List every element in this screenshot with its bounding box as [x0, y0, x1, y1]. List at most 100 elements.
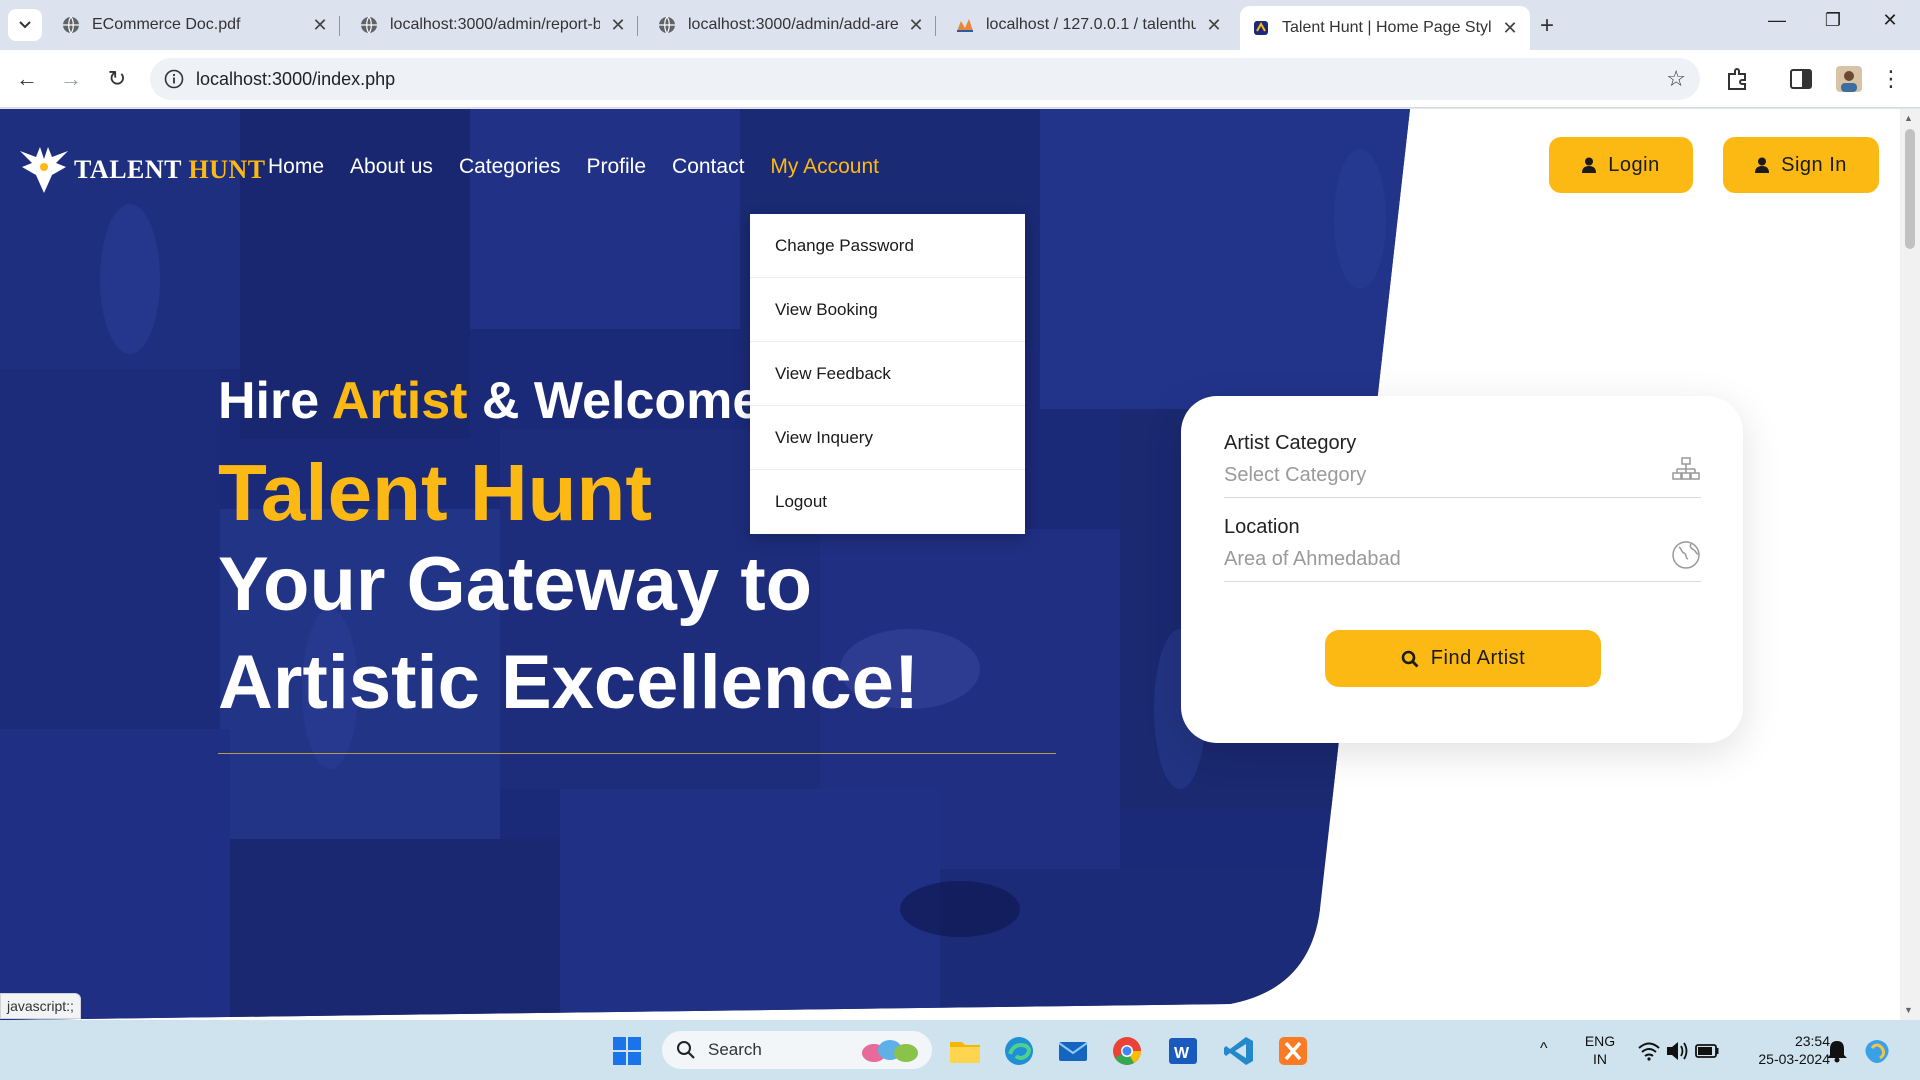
- category-label: Artist Category: [1224, 432, 1357, 454]
- location-value[interactable]: Area of Ahmedabad: [1224, 548, 1401, 571]
- search-icon: [1401, 650, 1419, 667]
- phoenix-logo-icon: [20, 147, 68, 193]
- clock[interactable]: 23:54 25-03-2024: [1730, 1032, 1830, 1068]
- notification-bell-icon[interactable]: [1824, 1038, 1850, 1064]
- url-text[interactable]: localhost:3000/index.php: [196, 69, 395, 90]
- side-panel-icon[interactable]: [1788, 66, 1814, 92]
- page-scrollbar[interactable]: ▲ ▼: [1900, 109, 1920, 1020]
- bookmark-star-icon[interactable]: ☆: [1666, 66, 1686, 92]
- new-tab-icon[interactable]: +: [1540, 12, 1554, 40]
- globe-icon: [361, 16, 377, 34]
- login-button[interactable]: Login: [1549, 137, 1693, 193]
- page-viewport: TALENT HUNT Home About us Categories Pro…: [0, 109, 1900, 1020]
- tab-title: Talent Hunt | Home Page Style: [1282, 19, 1492, 36]
- nav-contact[interactable]: Contact: [672, 155, 744, 179]
- nav-my-account[interactable]: My Account: [770, 155, 879, 179]
- battery-icon[interactable]: [1694, 1038, 1720, 1064]
- forward-icon[interactable]: →: [56, 64, 86, 94]
- search-icon: [677, 1041, 695, 1059]
- artist-search-card: Artist Category Select Category Location…: [1181, 396, 1743, 743]
- hero-line-1: Hire Artist & Welcome: [218, 372, 762, 430]
- tab-title: localhost:3000/admin/add-area: [688, 16, 898, 33]
- close-icon[interactable]: ✕: [610, 15, 626, 36]
- tab-search-button[interactable]: [8, 9, 42, 41]
- phpmyadmin-icon: [957, 19, 973, 32]
- back-icon[interactable]: ←: [12, 64, 42, 94]
- globe-icon: [659, 16, 675, 34]
- browser-tab[interactable]: localhost:3000/admin/report-b ✕: [348, 8, 638, 42]
- site-icon: [1254, 21, 1268, 35]
- nav-profile[interactable]: Profile: [587, 155, 647, 179]
- vscode-icon[interactable]: [1222, 1034, 1256, 1068]
- tab-title: ECommerce Doc.pdf: [92, 16, 241, 33]
- login-label: Login: [1608, 153, 1660, 176]
- brand-name: TALENT HUNT: [74, 155, 266, 184]
- restore-icon[interactable]: ❐: [1818, 10, 1848, 31]
- profile-avatar[interactable]: [1836, 66, 1862, 92]
- chrome-icon[interactable]: [1110, 1034, 1144, 1068]
- globe-icon: [1672, 541, 1700, 569]
- site-logo[interactable]: TALENT HUNT: [18, 145, 266, 195]
- browser-tab[interactable]: ECommerce Doc.pdf ✕: [50, 8, 340, 42]
- file-explorer-icon[interactable]: [948, 1034, 982, 1068]
- location-label: Location: [1224, 516, 1300, 538]
- extensions-icon[interactable]: [1724, 66, 1750, 92]
- browser-tab-active[interactable]: Talent Hunt | Home Page Style ✕: [1240, 6, 1530, 50]
- status-bar-url: javascript:;: [0, 993, 81, 1019]
- volume-icon[interactable]: [1664, 1038, 1690, 1064]
- globe-icon: [63, 16, 79, 34]
- reload-icon[interactable]: ↻: [102, 64, 132, 94]
- close-icon[interactable]: ✕: [908, 15, 924, 36]
- info-icon[interactable]: [164, 69, 184, 89]
- find-artist-label: Find Artist: [1430, 647, 1526, 669]
- category-value[interactable]: Select Category: [1224, 464, 1366, 487]
- scrollbar-thumb[interactable]: [1905, 129, 1915, 249]
- find-artist-button[interactable]: Find Artist: [1325, 630, 1601, 687]
- menu-view-feedback[interactable]: View Feedback: [750, 342, 1025, 406]
- nav-home[interactable]: Home: [268, 155, 324, 179]
- tray-overflow-icon[interactable]: ^: [1540, 1040, 1548, 1058]
- browser-tab[interactable]: localhost / 127.0.0.1 / talenthun ✕: [944, 8, 1234, 42]
- location-select[interactable]: Location Area of Ahmedabad: [1224, 516, 1701, 582]
- close-icon[interactable]: ✕: [1502, 18, 1518, 39]
- nav-about[interactable]: About us: [350, 155, 433, 179]
- account-dropdown: Change Password View Booking View Feedba…: [750, 214, 1025, 534]
- tab-title: localhost / 127.0.0.1 / talenthun: [986, 16, 1196, 33]
- address-bar[interactable]: localhost:3000/index.php ☆: [150, 58, 1700, 100]
- menu-view-inquery[interactable]: View Inquery: [750, 406, 1025, 470]
- nav-categories[interactable]: Categories: [459, 155, 561, 179]
- sitemap-icon: [1672, 457, 1700, 480]
- minimize-icon[interactable]: —: [1762, 10, 1792, 31]
- taskbar-search-label: Search: [708, 1040, 762, 1059]
- window-close-icon[interactable]: ✕: [1875, 10, 1905, 31]
- signin-button[interactable]: Sign In: [1723, 137, 1879, 193]
- tab-title: localhost:3000/admin/report-b: [390, 16, 600, 33]
- mail-icon[interactable]: [1056, 1034, 1090, 1068]
- signin-label: Sign In: [1781, 153, 1847, 176]
- xampp-icon[interactable]: [1276, 1034, 1310, 1068]
- language-indicator[interactable]: ENG IN: [1578, 1032, 1622, 1068]
- menu-dots-icon[interactable]: ⋮: [1876, 64, 1906, 94]
- word-icon[interactable]: W: [1166, 1034, 1200, 1068]
- main-nav: Home About us Categories Profile Contact…: [268, 155, 879, 179]
- menu-change-password[interactable]: Change Password: [750, 214, 1025, 278]
- close-icon[interactable]: ✕: [1206, 15, 1222, 36]
- menu-view-booking[interactable]: View Booking: [750, 278, 1025, 342]
- scroll-up-icon[interactable]: ▲: [1904, 113, 1913, 123]
- browser-toolbar: ← → ↻ localhost:3000/index.php ☆ ⋮: [0, 50, 1920, 108]
- search-highlight-icon: [862, 1040, 918, 1062]
- scroll-down-icon[interactable]: ▼: [1904, 1005, 1913, 1015]
- windows-start-icon[interactable]: [610, 1034, 644, 1068]
- wifi-icon[interactable]: [1636, 1038, 1662, 1064]
- hero-line-4: Artistic Excellence!: [218, 640, 920, 725]
- windows-taskbar: Search W ^ ENG IN 23:54 25-03-2024: [0, 1020, 1920, 1080]
- browser-tab[interactable]: localhost:3000/admin/add-area ✕: [646, 8, 936, 42]
- copilot-icon[interactable]: [1862, 1036, 1892, 1066]
- category-select[interactable]: Artist Category Select Category: [1224, 432, 1701, 498]
- hero-line-2: Talent Hunt: [218, 448, 653, 537]
- close-icon[interactable]: ✕: [312, 15, 328, 36]
- chevron-down-icon: [19, 21, 31, 29]
- edge-icon[interactable]: [1002, 1034, 1036, 1068]
- menu-logout[interactable]: Logout: [750, 470, 1025, 534]
- taskbar-search[interactable]: Search: [662, 1031, 932, 1069]
